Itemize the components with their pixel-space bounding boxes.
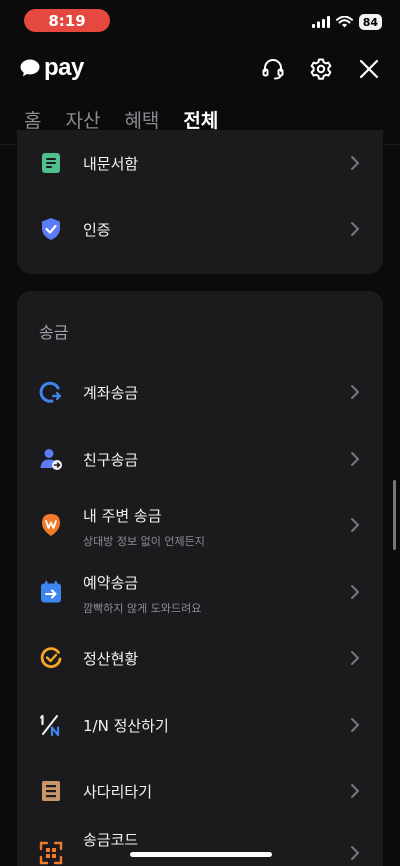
menu-item-description: 깜빡하지 않게 도와드려요 <box>83 602 202 615</box>
menu-item-document-box[interactable]: 내문서함 <box>17 133 383 193</box>
battery-indicator: 84 <box>358 14 382 30</box>
chevron-right-icon <box>351 718 359 732</box>
chevron-right-icon <box>351 222 359 236</box>
menu-item-label: 송금코드 <box>83 831 139 849</box>
menu-item-transfer-code[interactable]: 송금코드 <box>17 823 383 866</box>
status-bar: 8:19 84 <box>0 0 400 44</box>
shield-check-icon <box>39 217 63 241</box>
customer-support-button[interactable] <box>260 56 286 82</box>
close-button[interactable] <box>356 56 382 82</box>
menu-item-label: 인증 <box>83 220 111 239</box>
section-title-send: 송금 <box>39 323 69 342</box>
chevron-right-icon <box>351 518 359 532</box>
menu-item-split-bill[interactable]: 1/N 정산하기 <box>17 695 383 755</box>
document-icon <box>39 151 63 175</box>
status-icons: 84 <box>311 14 382 30</box>
app-header: pay <box>0 48 400 94</box>
logo-text: pay <box>44 54 84 81</box>
menu-item-label: 내문서함 <box>83 154 139 173</box>
signal-icon <box>311 16 330 28</box>
chevron-right-icon <box>351 452 359 466</box>
menu-item-label: 친구송금 <box>83 450 139 469</box>
menu-item-nearby-transfer[interactable]: 내 주변 송금 상대방 정보 없이 언제든지 <box>17 495 383 555</box>
calendar-arrow-icon <box>39 580 63 604</box>
menu-item-label: 예약송금 <box>83 574 139 592</box>
speech-bubble-icon <box>20 59 40 77</box>
home-indicator[interactable] <box>130 852 272 857</box>
menu-item-label: 계좌송금 <box>83 383 139 402</box>
menu-item-label: 정산현황 <box>83 649 139 668</box>
friend-transfer-icon <box>39 447 63 471</box>
menu-item-authentication[interactable]: 인증 <box>17 199 383 259</box>
gear-icon <box>310 58 332 80</box>
headset-icon <box>262 59 284 80</box>
settings-button[interactable] <box>308 56 334 82</box>
account-transfer-icon <box>39 380 63 404</box>
chevron-right-icon <box>351 385 359 399</box>
menu-item-description: 상대방 정보 없이 언제든지 <box>83 535 205 548</box>
close-icon <box>359 59 379 79</box>
ladder-icon <box>39 779 63 803</box>
menu-item-friend-transfer[interactable]: 친구송금 <box>17 429 383 489</box>
qr-code-icon <box>39 841 63 865</box>
chevron-right-icon <box>351 651 359 665</box>
wifi-icon <box>335 16 353 28</box>
menu-item-settlement-status[interactable]: 정산현황 <box>17 628 383 688</box>
chevron-right-icon <box>351 585 359 599</box>
menu-item-account-transfer[interactable]: 계좌송금 <box>17 362 383 422</box>
status-time: 8:19 <box>24 9 110 32</box>
menu-item-scheduled-transfer[interactable]: 예약송금 깜빡하지 않게 도와드려요 <box>17 562 383 622</box>
nearby-transfer-icon <box>39 513 63 537</box>
split-bill-icon <box>39 713 63 737</box>
menu-item-ladder-game[interactable]: 사다리타기 <box>17 761 383 821</box>
menu-item-label: 1/N 정산하기 <box>83 716 169 735</box>
chevron-right-icon <box>351 846 359 860</box>
settlement-status-icon <box>39 646 63 670</box>
menu-item-label: 내 주변 송금 <box>83 507 162 525</box>
scrollbar[interactable] <box>393 480 396 550</box>
chevron-right-icon <box>351 156 359 170</box>
documents-auth-card: 내문서함 인증 <box>17 130 383 274</box>
kakaopay-logo: pay <box>20 54 84 82</box>
chevron-right-icon <box>351 784 359 798</box>
send-money-card: 송금 계좌송금 친구송금 내 주변 송금 상대방 정보 없이 언제든지 예약송금… <box>17 291 383 866</box>
menu-item-label: 사다리타기 <box>83 782 153 801</box>
